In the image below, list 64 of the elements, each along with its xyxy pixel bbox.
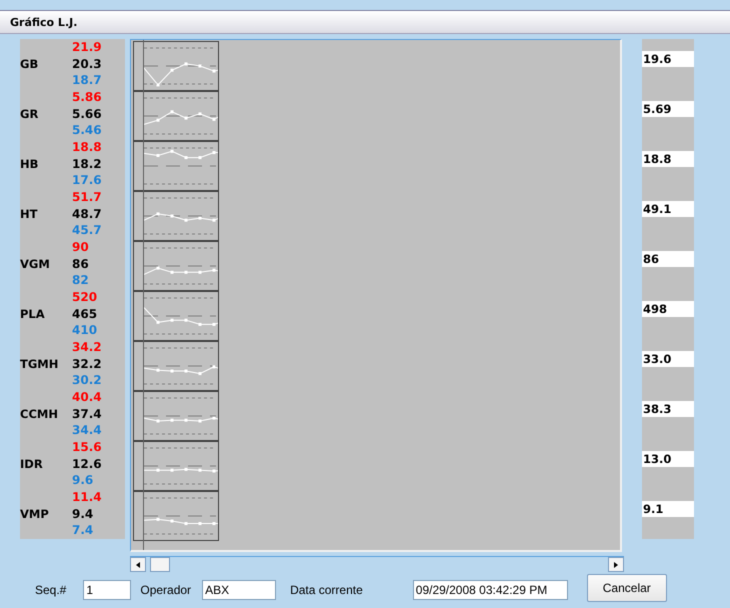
upper-limit: 15.6 xyxy=(72,439,103,456)
mean-value: 86 xyxy=(72,256,90,272)
right-arrow-icon xyxy=(614,562,618,568)
upper-limit: 51.7 xyxy=(72,189,103,206)
scroll-right-button[interactable] xyxy=(608,557,624,572)
parameter-name: HT xyxy=(20,207,38,221)
upper-limit: 21.9 xyxy=(72,39,103,56)
parameter-name: VMP xyxy=(20,507,49,521)
mean-value: 18.2 xyxy=(72,156,103,172)
mean-value: 12.6 xyxy=(72,456,103,472)
current-value: 49.1 xyxy=(642,201,694,217)
cancel-button[interactable]: Cancelar xyxy=(586,574,667,602)
parameter-name: PLA xyxy=(20,307,45,321)
upper-limit: 11.4 xyxy=(72,489,103,506)
upper-limit: 5.86 xyxy=(72,89,103,106)
parameter-name: VGM xyxy=(20,257,50,271)
parameter-name: HB xyxy=(20,157,38,171)
current-value: 86 xyxy=(642,251,694,267)
mean-value: 9.4 xyxy=(72,506,94,522)
parameter-name: TGMH xyxy=(20,357,58,371)
window-title: Gráfico L.J. xyxy=(10,16,78,28)
upper-limit: 40.4 xyxy=(72,389,103,406)
lower-limit: 34.4 xyxy=(72,422,103,439)
current-value: 9.1 xyxy=(642,501,694,517)
parameter-name: GB xyxy=(20,57,38,71)
lower-limit: 9.6 xyxy=(72,472,94,489)
mean-value: 37.4 xyxy=(72,406,103,422)
parameter-name: GR xyxy=(20,107,38,121)
mean-value: 20.3 xyxy=(72,56,103,72)
date-field[interactable]: 09/29/2008 03:42:29 PM xyxy=(412,580,568,600)
current-value: 18.8 xyxy=(642,151,694,167)
left-arrow-icon xyxy=(136,562,140,568)
operator-label: Operador xyxy=(140,583,192,597)
seq-field[interactable]: 1 xyxy=(83,580,132,600)
parameter-name: IDR xyxy=(20,457,43,471)
current-value: 13.0 xyxy=(642,451,694,467)
upper-limit: 90 xyxy=(72,239,90,256)
lower-limit: 410 xyxy=(72,322,98,339)
mean-value: 465 xyxy=(72,306,98,322)
lower-limit: 18.7 xyxy=(72,72,103,89)
mean-value: 5.66 xyxy=(72,106,103,122)
seq-label: Seq.# xyxy=(35,583,66,597)
current-value: 33.0 xyxy=(642,351,694,367)
scroll-left-button[interactable] xyxy=(130,557,146,572)
lower-limit: 17.6 xyxy=(72,172,103,189)
lower-limit: 82 xyxy=(72,272,90,289)
lower-limit: 45.7 xyxy=(72,222,103,239)
current-value: 5.69 xyxy=(642,101,694,117)
scroll-thumb[interactable] xyxy=(150,557,170,572)
upper-limit: 520 xyxy=(72,289,98,306)
current-value: 38.3 xyxy=(642,401,694,417)
mean-value: 48.7 xyxy=(72,206,103,222)
lower-limit: 30.2 xyxy=(72,372,103,389)
lower-limit: 5.46 xyxy=(72,122,103,139)
date-label: Data corrente xyxy=(290,583,363,597)
mean-value: 32.2 xyxy=(72,356,103,372)
upper-limit: 18.8 xyxy=(72,139,103,156)
parameter-name: CCMH xyxy=(20,407,58,421)
upper-limit: 34.2 xyxy=(72,339,103,356)
current-value: 19.6 xyxy=(642,51,694,67)
scrollbar[interactable] xyxy=(130,556,624,573)
lower-limit: 7.4 xyxy=(72,522,94,539)
current-value: 498 xyxy=(642,301,694,317)
operator-field[interactable]: ABX xyxy=(202,580,276,600)
